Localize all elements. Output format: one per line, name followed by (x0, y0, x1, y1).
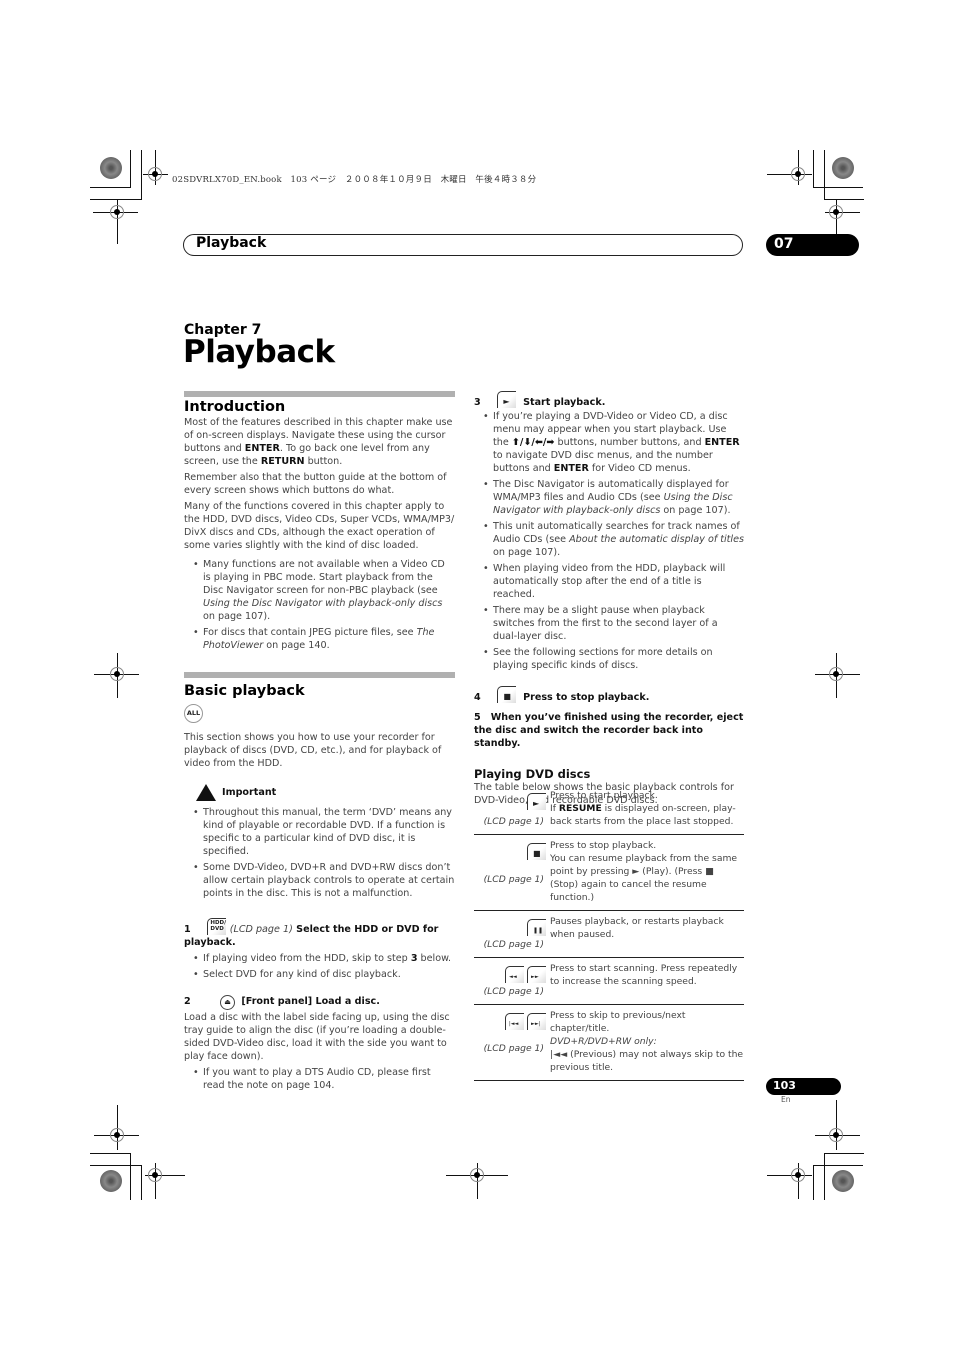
list-item: Many functions are not available when a … (184, 558, 455, 623)
list-item: This unit automatically searches for tra… (474, 520, 744, 559)
list-item: See the following sections for more deta… (474, 646, 744, 672)
crop-line (813, 150, 814, 187)
crop-line (824, 199, 864, 200)
crosshair-mark (110, 1128, 124, 1142)
important-note: Important (196, 784, 455, 801)
intro-paragraph: Many of the functions covered in this ch… (184, 501, 455, 551)
introduction-body: Most of the features described in this c… (184, 416, 455, 652)
section-divider (184, 672, 455, 678)
crosshair-mark (110, 667, 124, 681)
table-row: ◄◄ ►► (LCD page 1) Press to start scanning… (474, 958, 744, 1005)
crosshair-mark (110, 205, 124, 219)
crop-line (90, 1165, 142, 1166)
cross-reference: Using the Disc Navigator with playback-o… (203, 598, 443, 609)
warning-icon (196, 784, 216, 801)
stop-button-icon: ■ (497, 686, 517, 703)
arrow-buttons-icon: ⬆/⬇/⬅/➡ (511, 437, 555, 448)
crosshair-mark (148, 1168, 162, 1182)
registration-disc-bottom-left (100, 1170, 122, 1192)
crosshair-mark (791, 1168, 805, 1182)
registration-disc-bottom-right (832, 1170, 854, 1192)
crosshair-mark (829, 1128, 843, 1142)
step-3-notes: If you’re playing a DVD-Video or Video C… (474, 410, 744, 672)
page-number: 103 (773, 1079, 796, 1092)
stop-button-icon: ■ (527, 843, 546, 860)
play-button-icon: ► (527, 793, 546, 810)
list-item: There may be a slight pause when playbac… (474, 604, 744, 643)
list-item: Select DVD for any kind of disc playback… (184, 968, 455, 981)
crosshair-mark (791, 167, 805, 181)
crop-line (824, 1153, 825, 1200)
table-row: ► (LCD page 1) Press to start playback. If… (474, 786, 744, 835)
all-discs-badge: ALL (184, 704, 203, 723)
registration-disc-top-right (832, 157, 854, 179)
table-row: |◄◄ ►►| (LCD page 1) Press to skip to prev… (474, 1005, 744, 1081)
eject-icon: ⏏ (220, 995, 236, 1010)
section-header-title: Playback (196, 235, 267, 251)
crop-line (90, 199, 142, 200)
crosshair-mark (829, 205, 843, 219)
crosshair-line (767, 174, 812, 175)
crop-line (90, 187, 131, 188)
basic-playback-heading: Basic playback (184, 683, 305, 699)
skip-next-button-icon: ►►| (527, 1013, 546, 1030)
list-item: Throughout this manual, the term ‘DVD’ m… (184, 806, 455, 858)
list-item: If playing video from the HDD, skip to s… (184, 952, 455, 965)
list-item: The Disc Navigator is automatically disp… (474, 478, 744, 517)
step-2-body: Load a disc with the label side facing u… (184, 1012, 450, 1062)
crop-line (141, 1165, 142, 1200)
crop-line (90, 1153, 131, 1154)
skip-previous-button-icon: |◄◄ (505, 1013, 524, 1030)
crop-line (130, 150, 131, 187)
intro-paragraph: Most of the features described in this c… (184, 417, 453, 467)
step-1: 1 HDD/ DVD (LCD page 1) Select the HDD o… (184, 918, 439, 948)
playing-dvd-heading: Playing DVD discs (474, 767, 591, 781)
scan-forward-button-icon: ►► (527, 966, 546, 983)
list-item: Some DVD-Video, DVD+R and DVD+RW discs d… (184, 861, 455, 900)
scan-reverse-button-icon: ◄◄ (505, 966, 524, 983)
crosshair-line (767, 1175, 812, 1176)
section-header-frame (183, 234, 743, 256)
crop-line (836, 1100, 837, 1120)
important-label: Important (222, 787, 277, 798)
table-row: ■ (LCD page 1) Press to stop playback. You… (474, 835, 744, 911)
crop-line (824, 1153, 864, 1154)
introduction-heading: Introduction (184, 399, 286, 415)
play-button-icon: ► (497, 391, 517, 408)
book-info-line: 02SDVRLX70D_EN.book 103 ページ ２００８年１０月９日 木… (172, 175, 537, 185)
crosshair-mark (148, 167, 162, 181)
intro-paragraph: Remember also that the button guide at t… (184, 472, 447, 496)
crop-line (813, 1165, 863, 1166)
cross-reference: About the automatic display of titles (569, 534, 745, 545)
crop-line (813, 1165, 814, 1200)
crop-line (813, 187, 863, 188)
registration-disc-top-left (100, 157, 122, 179)
section-divider (184, 391, 455, 397)
step-4: 4 ■ Press to stop playback. (474, 686, 744, 704)
basic-intro: This section shows you how to use your r… (184, 732, 442, 769)
right-column: 3 ► Start playback. If you’re playing a … (474, 391, 744, 807)
crop-line (130, 1153, 131, 1200)
crosshair-mark (470, 1168, 484, 1182)
list-item: If you want to play a DTS Audio CD, plea… (184, 1066, 455, 1092)
hdd-dvd-button-icon: HDD/ DVD (207, 918, 227, 935)
list-item: If you’re playing a DVD-Video or Video C… (474, 410, 744, 475)
page-language: En (781, 1095, 791, 1104)
left-column: Introduction Most of the features descri… (184, 391, 455, 1095)
step-2: 2 ⏏ [Front panel] Load a disc. (184, 995, 455, 1010)
step-5: 5 When you’ve finished using the recorde… (474, 712, 744, 749)
crosshair-mark (829, 667, 843, 681)
page-title: Playback (183, 334, 335, 370)
crop-line (141, 150, 142, 199)
playback-controls-table: ► (LCD page 1) Press to start playback. If… (474, 786, 744, 1081)
crop-line (824, 150, 825, 199)
list-item: When playing video from the HDD, playbac… (474, 562, 744, 601)
table-row: ❚❚ (LCD page 1) Pauses playback, or resta… (474, 911, 744, 958)
pause-button-icon: ❚❚ (527, 919, 546, 936)
basic-playback-body: This section shows you how to use your r… (184, 731, 455, 1092)
list-item: For discs that contain JPEG picture file… (184, 626, 455, 652)
chapter-tab-number: 07 (774, 236, 794, 252)
step-3: 3 ► Start playback. (474, 391, 744, 409)
